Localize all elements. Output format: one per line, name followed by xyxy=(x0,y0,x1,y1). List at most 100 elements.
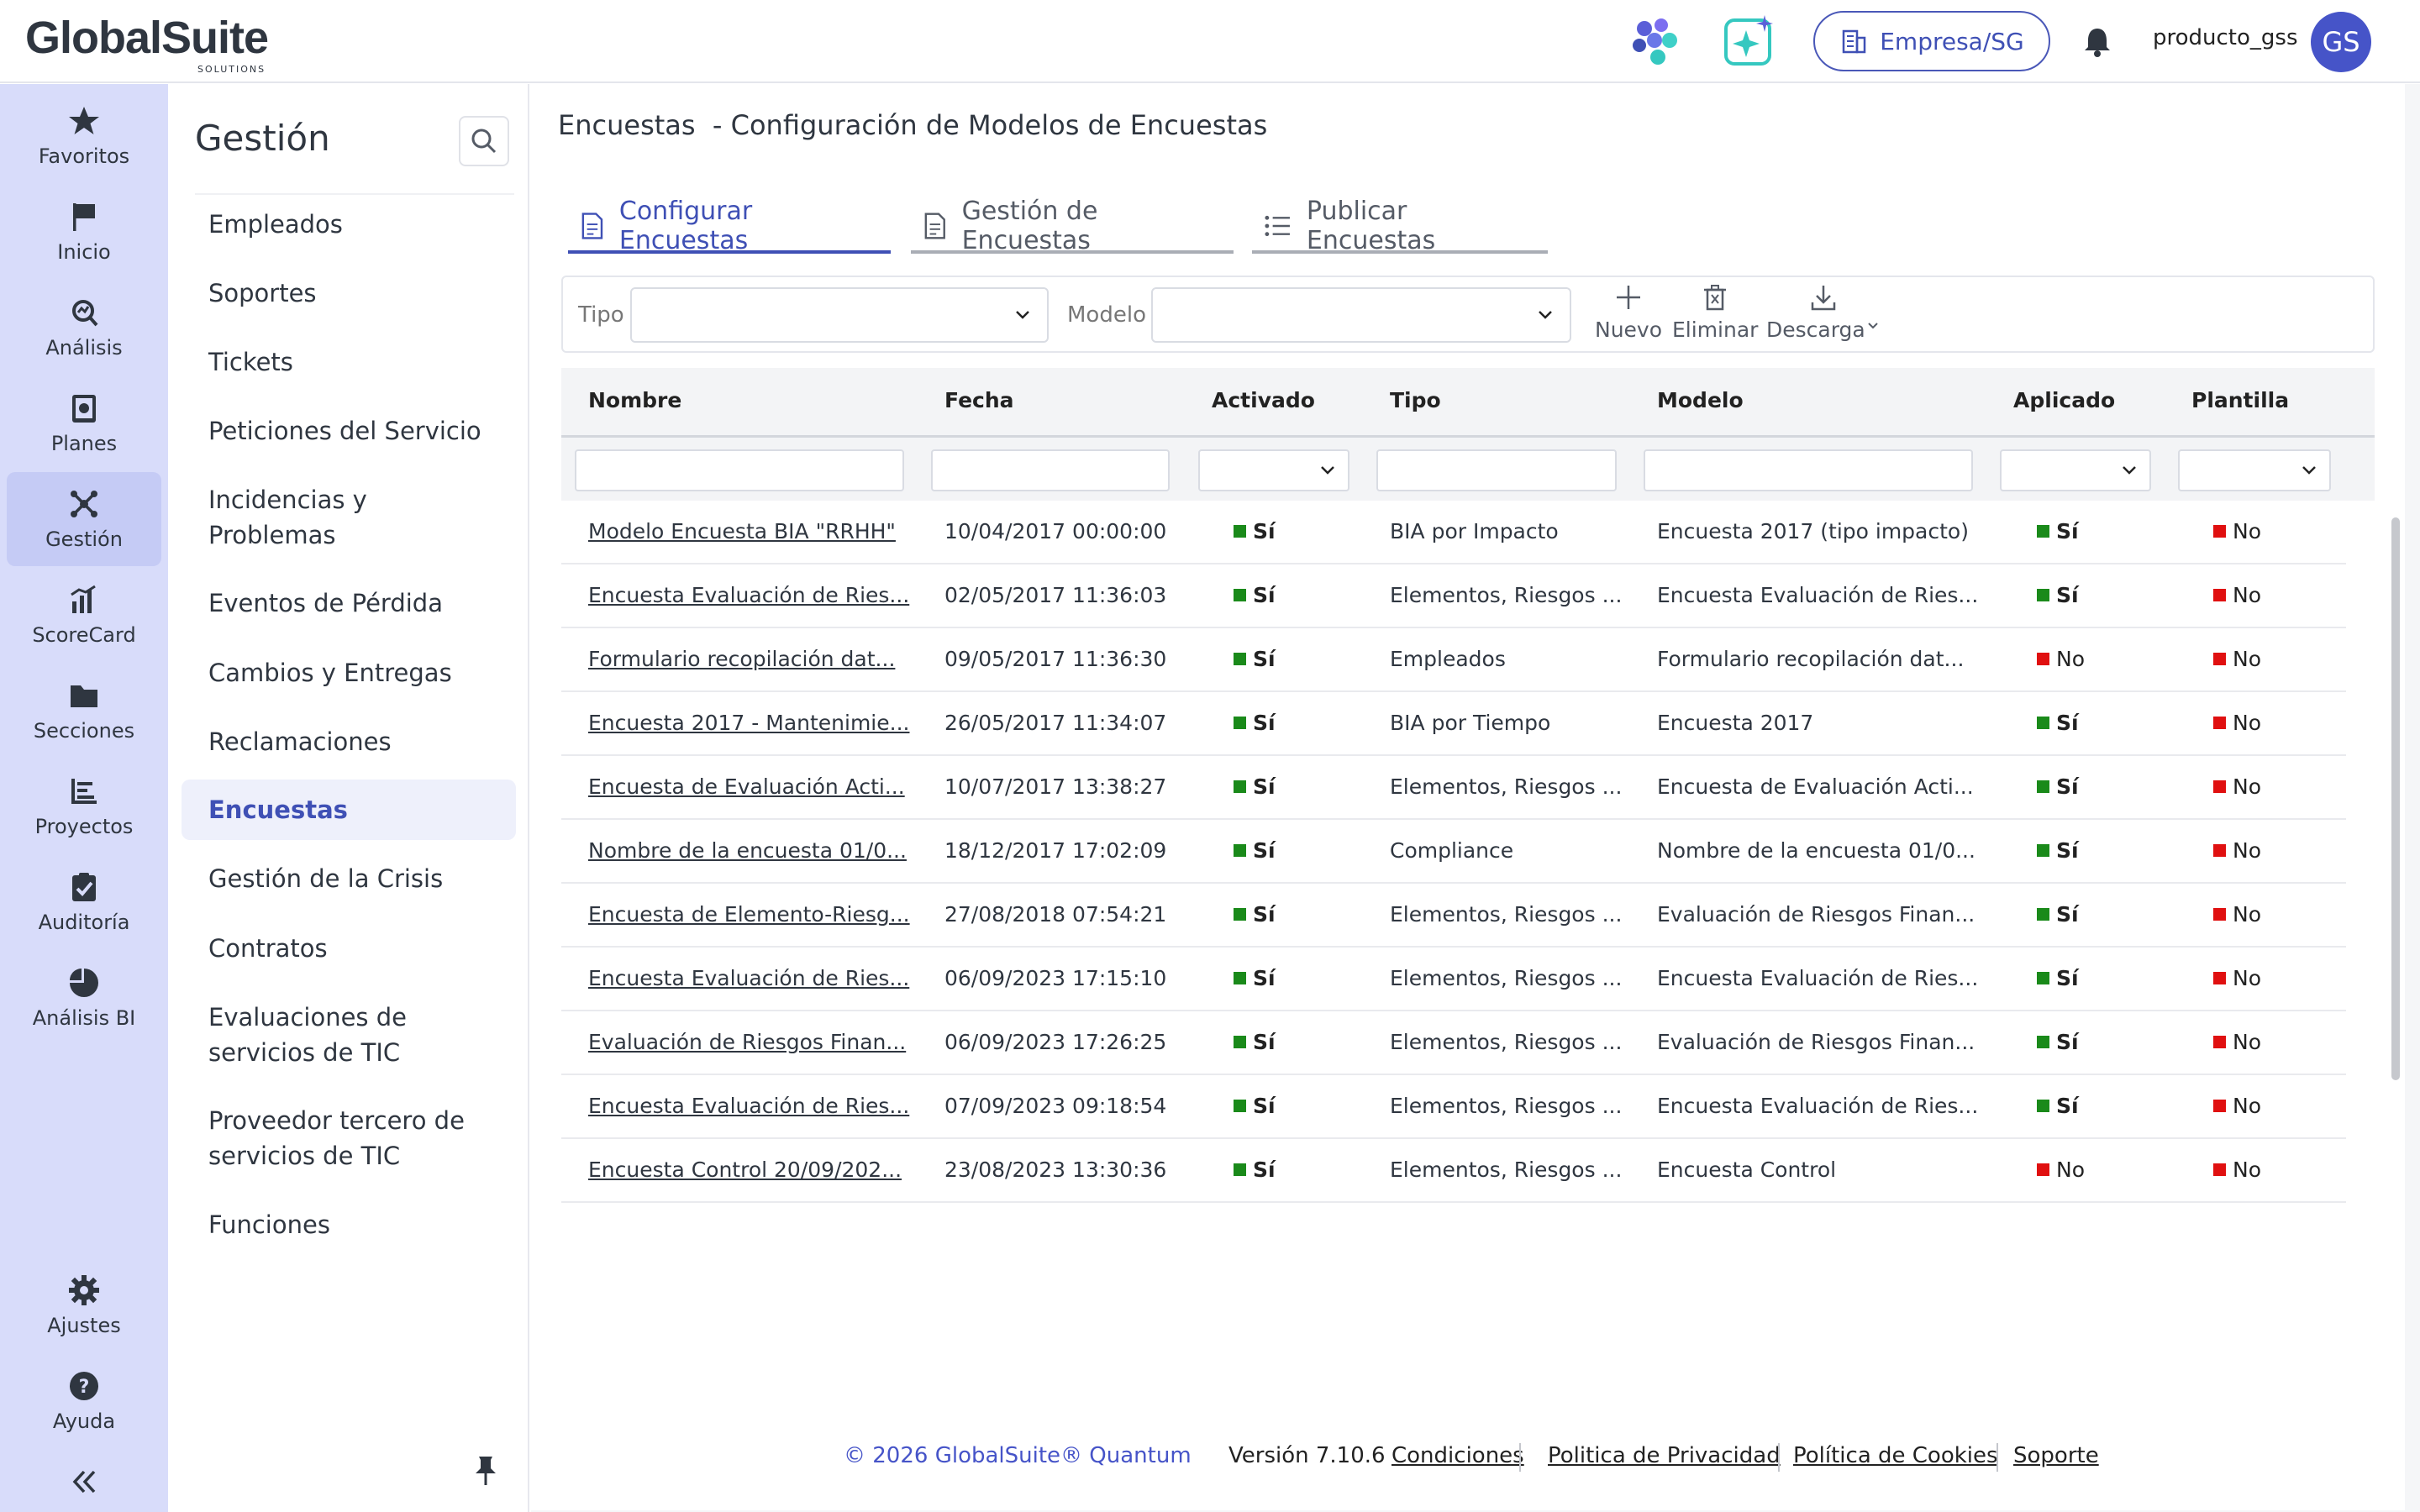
cell-nombre-link[interactable]: Encuesta de Elemento-Riesg... xyxy=(588,902,910,927)
cell-fecha: 26/05/2017 11:34:07 xyxy=(944,711,1167,735)
col-fecha[interactable]: Fecha xyxy=(944,388,1014,412)
nav-item-empleados[interactable]: Empleados xyxy=(182,207,516,242)
cell-aplicado-text: Sí xyxy=(2056,1030,2079,1054)
nav-item-proveedor-tic[interactable]: Proveedor tercero de servicios de TIC xyxy=(182,1103,516,1173)
tab-gestion-encuestas[interactable]: Gestión de Encuestas xyxy=(911,197,1234,255)
table-row[interactable]: Encuesta Control 20/09/202... 23/08/2023 … xyxy=(561,1139,2346,1203)
cell-activado-flag: Sí xyxy=(1234,966,1276,990)
eliminar-button[interactable]: Eliminar xyxy=(1672,282,1758,342)
nav-item-reclamaciones[interactable]: Reclamaciones xyxy=(182,724,516,759)
nav-item-cambios[interactable]: Cambios y Entregas xyxy=(182,655,516,690)
tab-publicar-encuestas[interactable]: Publicar Encuestas xyxy=(1252,197,1548,255)
rail-item-proyectos[interactable]: Proyectos xyxy=(7,759,161,853)
table-row[interactable]: Encuesta de Elemento-Riesg... 27/08/2018 … xyxy=(561,884,2346,948)
col-activado[interactable]: Activado xyxy=(1212,388,1315,412)
filter-fecha-input[interactable] xyxy=(931,449,1170,491)
footer-link-privacidad[interactable]: Politica de Privacidad xyxy=(1548,1443,1781,1468)
rail-item-analisis-bi[interactable]: Análisis BI xyxy=(7,951,161,1045)
cell-nombre-link[interactable]: Nombre de la encuesta 01/0... xyxy=(588,838,907,863)
col-tipo[interactable]: Tipo xyxy=(1390,388,1441,412)
search-button[interactable] xyxy=(459,116,509,166)
cell-plantilla-flag: No xyxy=(2213,1094,2261,1118)
company-selector-button[interactable]: Empresa/SG xyxy=(1813,11,2050,71)
avatar[interactable]: GS xyxy=(2311,12,2371,72)
nav-item-evaluaciones-tic[interactable]: Evaluaciones de servicios de TIC xyxy=(182,1000,516,1070)
username[interactable]: producto_gss xyxy=(2153,25,2298,50)
footer-link-soporte[interactable]: Soporte xyxy=(2013,1443,2099,1468)
col-plantilla[interactable]: Plantilla xyxy=(2191,388,2289,412)
nav-item-crisis[interactable]: Gestión de la Crisis xyxy=(182,861,516,896)
ai-assistant-icon[interactable] xyxy=(1721,12,1780,74)
filter-tipo-input[interactable] xyxy=(1376,449,1617,491)
status-yes-icon xyxy=(1234,1036,1246,1048)
nav-item-incidencias[interactable]: Incidencias y Problemas xyxy=(182,482,516,553)
descarga-button[interactable]: Descarga xyxy=(1766,282,1881,342)
nav-item-soportes[interactable]: Soportes xyxy=(182,276,516,311)
cell-nombre-link[interactable]: Encuesta de Evaluación Acti... xyxy=(588,774,905,799)
table-row[interactable]: Encuesta Evaluación de Ries... 02/05/2017… xyxy=(561,564,2346,628)
filter-activado-select[interactable] xyxy=(1198,449,1349,491)
filter-modelo-input[interactable] xyxy=(1644,449,1973,491)
table-row[interactable]: Nombre de la encuesta 01/0... 18/12/2017 … xyxy=(561,820,2346,884)
rail-item-gestion[interactable]: Gestión xyxy=(7,472,161,566)
cell-aplicado-flag: Sí xyxy=(2037,583,2079,607)
rail-item-ajustes[interactable]: Ajustes xyxy=(7,1258,161,1352)
nav-item-eventos-perdida[interactable]: Eventos de Pérdida xyxy=(182,585,516,621)
rail-item-analisis[interactable]: Análisis xyxy=(7,281,161,375)
status-yes-icon xyxy=(1234,653,1246,665)
table-row[interactable]: Formulario recopilación dat... 09/05/2017… xyxy=(561,628,2346,692)
cell-nombre-link[interactable]: Encuesta Evaluación de Ries... xyxy=(588,1094,909,1118)
rail-item-auditoria[interactable]: Auditoría xyxy=(7,855,161,949)
cell-nombre-link[interactable]: Encuesta 2017 - Mantenimie... xyxy=(588,711,909,735)
rail-item-inicio[interactable]: Inicio xyxy=(7,185,161,279)
brand-logo[interactable]: GlobalSuite SOLUTIONS xyxy=(25,12,269,75)
pin-icon[interactable] xyxy=(471,1453,501,1490)
globalsuite-apps-icon[interactable] xyxy=(1626,12,1685,74)
col-aplicado[interactable]: Aplicado xyxy=(2013,388,2115,412)
tab-configurar-encuestas[interactable]: Configurar Encuestas xyxy=(568,197,891,255)
building-icon xyxy=(1842,29,1866,54)
footer-link-cookies[interactable]: Política de Cookies xyxy=(1793,1443,1998,1468)
nav-item-peticiones[interactable]: Peticiones del Servicio xyxy=(182,413,516,449)
table-row[interactable]: Evaluación de Riesgos Finan... 06/09/2023… xyxy=(561,1011,2346,1075)
table-row[interactable]: Encuesta 2017 - Mantenimie... 26/05/2017 … xyxy=(561,692,2346,756)
footer-link-condiciones[interactable]: Condiciones xyxy=(1392,1443,1524,1468)
col-modelo[interactable]: Modelo xyxy=(1657,388,1744,412)
nav-item-funciones[interactable]: Funciones xyxy=(182,1207,516,1242)
collapse-rail-icon[interactable] xyxy=(67,1465,101,1502)
filter-aplicado-select[interactable] xyxy=(2000,449,2151,491)
cell-nombre-link[interactable]: Modelo Encuesta BIA "RRHH" xyxy=(588,519,896,543)
table-row[interactable]: Encuesta Evaluación de Ries... 06/09/2023… xyxy=(561,948,2346,1011)
table-row[interactable]: Encuesta de Evaluación Acti... 10/07/2017… xyxy=(561,756,2346,820)
nuevo-button[interactable]: Nuevo xyxy=(1595,282,1662,342)
cell-activado-flag: Sí xyxy=(1234,519,1276,543)
rail-item-planes[interactable]: Planes xyxy=(7,376,161,470)
cell-nombre-link[interactable]: Encuesta Control 20/09/202... xyxy=(588,1158,902,1182)
filter-nombre-input[interactable] xyxy=(575,449,904,491)
filter-plantilla-select[interactable] xyxy=(2178,449,2331,491)
rail-item-ayuda[interactable]: ? Ayuda xyxy=(7,1354,161,1448)
col-nombre[interactable]: Nombre xyxy=(588,388,681,412)
page-header: Encuestas - Configuración de Modelos de … xyxy=(531,84,2405,166)
folder-icon xyxy=(71,685,97,707)
download-icon xyxy=(1811,286,1836,311)
cell-plantilla-flag: No xyxy=(2213,1030,2261,1054)
table-row[interactable]: Modelo Encuesta BIA "RRHH" 10/04/2017 00:… xyxy=(561,501,2346,564)
notifications-bell-icon[interactable] xyxy=(2081,25,2114,62)
nav-item-encuestas[interactable]: Encuestas xyxy=(182,780,516,840)
rail-item-secciones[interactable]: Secciones xyxy=(7,664,161,758)
cell-nombre-link[interactable]: Formulario recopilación dat... xyxy=(588,647,895,671)
cell-nombre-link[interactable]: Evaluación de Riesgos Finan... xyxy=(588,1030,906,1054)
status-yes-icon xyxy=(1234,717,1246,729)
cell-nombre-link[interactable]: Encuesta Evaluación de Ries... xyxy=(588,966,909,990)
tipo-select[interactable] xyxy=(630,287,1049,343)
modelo-select[interactable] xyxy=(1151,287,1571,343)
cell-nombre-link[interactable]: Encuesta Evaluación de Ries... xyxy=(588,583,909,607)
nav-item-contratos[interactable]: Contratos xyxy=(182,931,516,966)
rail-item-favoritos[interactable]: Favoritos xyxy=(7,89,161,183)
table-row[interactable]: Encuesta Evaluación de Ries... 07/09/2023… xyxy=(561,1075,2346,1139)
table-scroll-thumb[interactable] xyxy=(2391,517,2400,1080)
rail-item-scorecard[interactable]: ScoreCard xyxy=(7,568,161,662)
rail-label: ScoreCard xyxy=(32,623,136,647)
nav-item-tickets[interactable]: Tickets xyxy=(182,344,516,380)
